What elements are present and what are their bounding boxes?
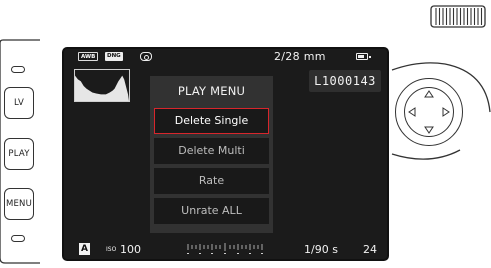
battery-icon <box>356 53 371 60</box>
awb-badge: AWB <box>78 52 99 61</box>
iso-label: ISO <box>106 246 117 253</box>
menu-button[interactable]: MENU <box>4 188 34 220</box>
menu-item-unrate-all[interactable]: Unrate ALL <box>154 198 269 224</box>
lv-button[interactable]: LV <box>4 87 34 119</box>
menu-title: PLAY MENU <box>177 84 246 98</box>
dpad-right-arrow-icon[interactable] <box>442 107 450 117</box>
center-weighted-metering-icon <box>140 52 152 61</box>
menu-item-delete-single[interactable]: Delete Single <box>154 108 269 134</box>
dpad-up-arrow-icon[interactable] <box>424 90 434 98</box>
menu-item-delete-multi[interactable]: Delete Multi <box>154 138 269 164</box>
top-status-bar: AWB DNG 2/28 mm <box>64 49 387 66</box>
lcd-screen: AWB DNG 2/28 mm L1000143 PLAY MENU Delet… <box>62 47 389 261</box>
exposure-scale <box>187 243 263 254</box>
dpad-left-arrow-icon[interactable] <box>408 107 416 117</box>
thumb-wheel[interactable] <box>429 4 487 29</box>
histogram <box>74 69 130 102</box>
speaker-slot-bottom <box>11 235 25 242</box>
lens-focal-length: 2/28 mm <box>274 50 326 63</box>
bottom-status-bar: A ISO 100 1/90 s 24 <box>64 239 387 259</box>
histogram-graph <box>75 75 129 101</box>
play-menu: PLAY MENU Delete Single Delete Multi Rat… <box>150 76 273 233</box>
menu-item-rate[interactable]: Rate <box>154 168 269 194</box>
shutter-speed: 1/90 s <box>304 243 338 256</box>
play-button[interactable]: PLAY <box>4 138 34 170</box>
file-number: L1000143 <box>309 70 381 92</box>
speaker-slot-top <box>11 66 25 73</box>
shots-remaining: 24 <box>363 243 377 256</box>
dpad-down-arrow-icon[interactable] <box>424 126 434 134</box>
iso-value: 100 <box>120 243 141 256</box>
file-format-badge: DNG <box>105 52 123 61</box>
exposure-mode-badge: A <box>79 243 90 255</box>
